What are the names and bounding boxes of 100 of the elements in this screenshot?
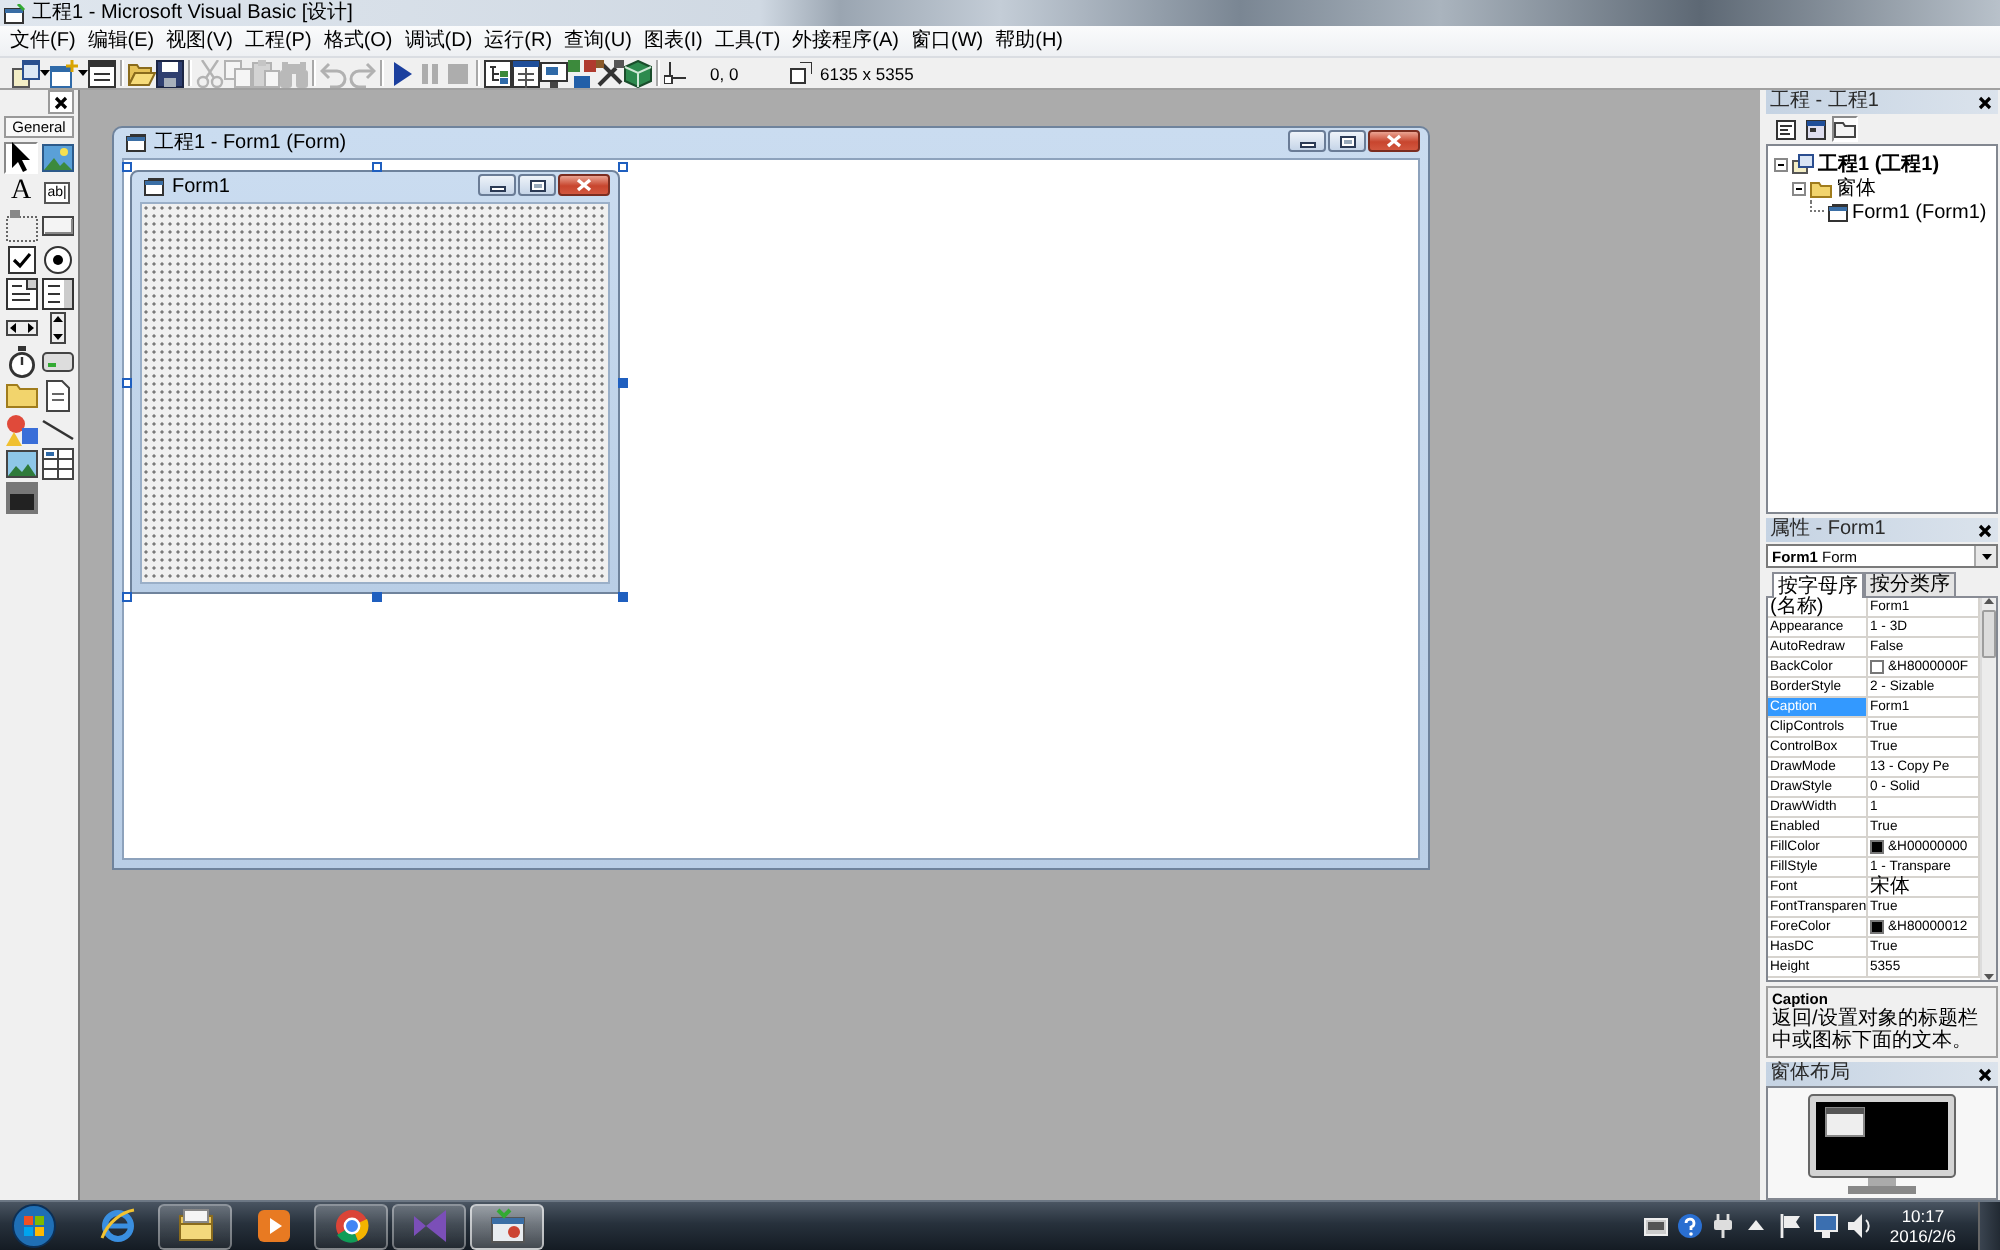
toolbox-tool[interactable]: [4, 278, 38, 310]
toolbox-tool[interactable]: [4, 142, 38, 174]
toolbox-tool[interactable]: [40, 278, 74, 310]
play-tile-icon: [255, 1208, 291, 1244]
view-button[interactable]: [1772, 116, 1798, 142]
toolbox-tool[interactable]: [4, 346, 38, 378]
resize-handle-icon[interactable]: [371, 162, 381, 172]
close-button[interactable]: [1368, 130, 1420, 152]
resize-handle-icon[interactable]: [122, 378, 132, 388]
maximize-button[interactable]: [1328, 130, 1366, 152]
stopwatch-icon: [5, 346, 37, 378]
landscape-icon: [5, 448, 37, 480]
close-button[interactable]: [558, 174, 610, 196]
property-name[interactable]: (名称): [1768, 598, 1868, 618]
taskbar-app[interactable]: [314, 1203, 388, 1249]
menu-item[interactable]: 运行(R): [478, 27, 559, 55]
resize-handle-icon[interactable]: [371, 592, 381, 602]
minimize-button[interactable]: [478, 174, 516, 196]
toolbox-tool[interactable]: [4, 448, 38, 480]
clock-time: 10:17: [1901, 1206, 1945, 1226]
close-icon: [1386, 134, 1402, 148]
dropdown-button[interactable]: [1974, 546, 1996, 566]
toolbar-button[interactable]: [512, 58, 540, 88]
menu-item[interactable]: 窗口(W): [905, 27, 990, 55]
toolbar-button[interactable]: [596, 58, 624, 88]
toolbox-tool[interactable]: [40, 210, 74, 242]
start-orb-icon: [12, 1204, 56, 1248]
speaker-icon: [1847, 1214, 1872, 1238]
resize-handle-icon[interactable]: [122, 592, 132, 602]
drive-icon: [41, 346, 73, 378]
tree-item[interactable]: 窗体: [1836, 177, 1876, 199]
show-desktop-button[interactable]: [1978, 1202, 2000, 1250]
toolbox-tool[interactable]: [4, 244, 38, 276]
taskbar-app[interactable]: [158, 1203, 232, 1249]
close-icon: [1978, 95, 1992, 109]
close-icon: [576, 178, 592, 192]
menu-item[interactable]: 格式(O): [317, 27, 399, 55]
toolbar-button[interactable]: [88, 58, 116, 88]
toolbox-tool[interactable]: [4, 482, 38, 514]
close-button[interactable]: [1974, 92, 1996, 112]
minimize-button[interactable]: [1288, 130, 1326, 152]
toolbar-button[interactable]: [12, 58, 50, 88]
resize-handle-icon[interactable]: [618, 592, 628, 602]
sort-tab[interactable]: 按分类序: [1864, 572, 1956, 596]
redo-icon: [348, 59, 376, 87]
close-button[interactable]: [48, 90, 74, 114]
boxes-icon: [568, 59, 596, 87]
window-stack-icon: [1792, 154, 1814, 174]
close-button[interactable]: [1974, 520, 1996, 540]
bowtie-icon: [411, 1208, 447, 1244]
toolbox-tool[interactable]: [40, 380, 74, 412]
tree-item[interactable]: 工程1 (工程1): [1818, 153, 1940, 175]
menu-item[interactable]: 查询(U): [558, 27, 638, 55]
toolbox-tool[interactable]: [40, 346, 74, 378]
sort-tab[interactable]: 按字母序: [1772, 572, 1864, 598]
toolbox-tool[interactable]: A: [4, 176, 38, 208]
view-button[interactable]: [1832, 116, 1858, 142]
toolbar-button[interactable]: [540, 58, 568, 88]
toolbar-button[interactable]: [50, 58, 88, 88]
toolbox-tool[interactable]: [40, 142, 74, 174]
toolbox-tool[interactable]: [40, 244, 74, 276]
toolbar-button[interactable]: [156, 58, 184, 88]
menu-item[interactable]: 调试(D): [398, 27, 479, 55]
menu-item[interactable]: 帮助(H): [989, 27, 1070, 55]
property-value[interactable]: 宋体: [1870, 878, 1910, 896]
network-icon: [1813, 1214, 1838, 1238]
panel-title: 属性 - Form1: [1770, 518, 1886, 542]
view-button[interactable]: [1802, 116, 1828, 142]
tree-item[interactable]: Form1 (Form1): [1852, 201, 1987, 223]
menu-item[interactable]: 外接程序(A): [786, 27, 906, 55]
menu-item[interactable]: 工程(P): [238, 27, 318, 55]
toolbar-button[interactable]: [388, 58, 416, 88]
checkbox-icon: [5, 244, 37, 276]
toolbox-tool[interactable]: [40, 448, 74, 480]
maximize-button[interactable]: [518, 174, 556, 196]
toolbar-button[interactable]: [484, 58, 512, 88]
toolbar-button[interactable]: [624, 58, 652, 88]
form-grid-icon: [1805, 119, 1825, 139]
line-icon: [41, 414, 73, 446]
arrow-down-icon: [1984, 974, 1994, 980]
menu-item[interactable]: 文件(F): [4, 27, 82, 55]
properties-window-icon: [512, 59, 540, 87]
close-button[interactable]: [1974, 1064, 1996, 1084]
resize-handle-icon[interactable]: [122, 162, 132, 172]
layout-icon: [540, 59, 568, 87]
taskbar-app[interactable]: [470, 1203, 544, 1249]
container-icon: [5, 482, 37, 514]
scrollbar[interactable]: [1980, 598, 1996, 980]
menu-item[interactable]: 工具(T): [708, 27, 787, 55]
floppy-icon: [156, 59, 184, 87]
clipboard-icon: [252, 59, 280, 87]
form-window[interactable]: Form1: [130, 170, 620, 594]
menu-item[interactable]: 编辑(E): [81, 27, 161, 55]
pages-icon: [224, 59, 252, 87]
menu-item[interactable]: 视图(V): [160, 27, 239, 55]
resize-handle-icon[interactable]: [618, 162, 628, 172]
scroll-thumb[interactable]: [1982, 610, 1996, 658]
menu-item[interactable]: 图表(I): [637, 27, 709, 55]
toolbox-tool[interactable]: [40, 414, 74, 446]
resize-handle-icon[interactable]: [618, 378, 628, 388]
